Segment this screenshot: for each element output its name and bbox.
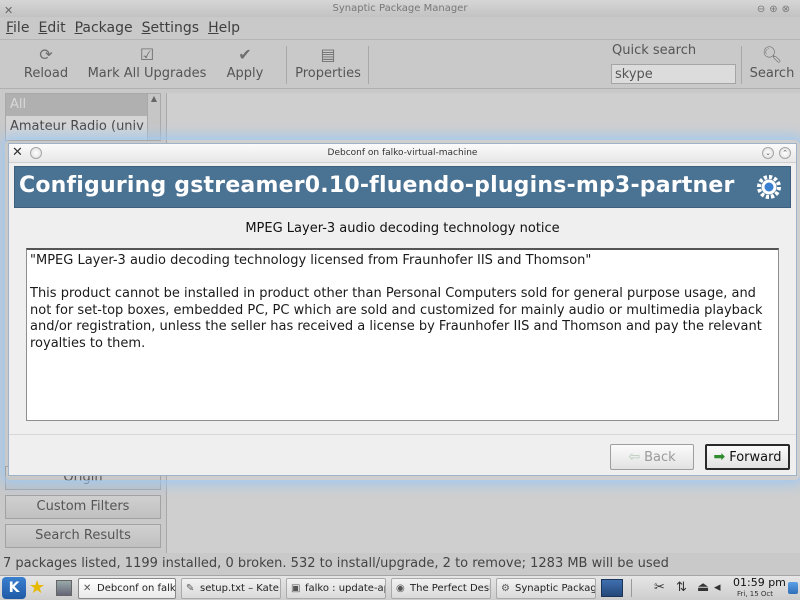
panel-toolbox-icon[interactable] xyxy=(788,582,798,594)
tray-expand-icon[interactable]: ◂ xyxy=(714,578,721,598)
dialog-divider xyxy=(9,434,796,435)
pager-separator xyxy=(631,579,651,597)
virtual-desktop-pager[interactable] xyxy=(601,579,623,597)
device-notifier-icon[interactable]: ⏏ xyxy=(697,578,709,598)
search-results-button[interactable]: Search Results xyxy=(5,524,161,548)
debconf-task-icon: ✕ xyxy=(83,583,92,594)
custom-filters-button[interactable]: Custom Filters xyxy=(5,495,161,519)
menu-settings[interactable]: Settings xyxy=(142,20,199,36)
synaptic-titlebar: ✕ Synaptic Package Manager ⊖⊕⊗ xyxy=(0,0,800,17)
reload-icon: ⟳ xyxy=(39,45,53,64)
filter-item-amateur-radio[interactable]: Amateur Radio (univ xyxy=(6,116,160,138)
synaptic-window-controls-icon[interactable]: ⊖⊕⊗ xyxy=(757,1,794,18)
task-kate[interactable]: ✎ setup.txt – Kate xyxy=(181,578,281,599)
arrow-right-icon: ➡ xyxy=(713,449,726,465)
task-browser[interactable]: ◉ The Perfect Desk xyxy=(391,578,491,599)
filter-list-scrollbar[interactable]: ▲ xyxy=(147,94,160,140)
search-button[interactable]: 🔍︎ Search xyxy=(748,44,796,86)
window-menu-icon[interactable]: ✕ xyxy=(12,145,23,161)
gear-icon xyxy=(757,175,781,199)
debconf-dialog: ✕ Debconf on falko-virtual-machine ⌄ ⌃ C… xyxy=(8,143,797,476)
mark-upgrades-icon: ☑ xyxy=(139,45,155,64)
search-icon: 🔍︎ xyxy=(761,45,783,64)
synaptic-toolbar: ⟳ Reload ☑ Mark All Upgrades ✔ Apply ▤ P… xyxy=(0,39,800,89)
kde-menu-icon[interactable]: K xyxy=(2,577,26,599)
forward-button[interactable]: ➡ Forward xyxy=(705,444,790,470)
properties-button[interactable]: ▤ Properties xyxy=(293,44,363,86)
dialog-title: Debconf on falko-virtual-machine xyxy=(327,148,478,158)
synaptic-menubar: File Edit Package Settings Help xyxy=(0,17,800,39)
menu-edit[interactable]: Edit xyxy=(38,20,65,36)
favorites-star-icon[interactable]: ★ xyxy=(29,577,45,599)
browser-task-icon: ◉ xyxy=(396,583,405,594)
maximize-button[interactable]: ⌃ xyxy=(779,147,791,159)
license-text-area[interactable]: "MPEG Layer-3 audio decoding technology … xyxy=(26,248,779,421)
menu-help[interactable]: Help xyxy=(208,20,240,36)
menu-package[interactable]: Package xyxy=(75,20,133,36)
arrow-left-icon: ⇦ xyxy=(628,449,641,465)
kate-task-icon: ✎ xyxy=(186,583,195,594)
clock-date[interactable]: Fri, 15 Oct xyxy=(737,590,773,598)
dialog-subtitle: MPEG Layer-3 audio decoding technology n… xyxy=(245,221,560,236)
status-bar: 7 packages listed, 1199 installed, 0 bro… xyxy=(3,556,669,571)
quick-search-input[interactable] xyxy=(611,64,736,84)
quick-search-label: Quick search xyxy=(612,43,697,58)
show-desktop-icon[interactable] xyxy=(56,580,72,596)
mark-all-upgrades-button[interactable]: ☑ Mark All Upgrades xyxy=(85,44,209,86)
properties-icon: ▤ xyxy=(320,45,336,64)
dialog-titlebar[interactable]: ✕ Debconf on falko-virtual-machine ⌄ ⌃ xyxy=(9,144,796,163)
shade-button[interactable] xyxy=(30,147,42,159)
dialog-header-title: Configuring gstreamer0.10-fluendo-plugin… xyxy=(19,173,735,198)
minimize-button[interactable]: ⌄ xyxy=(762,147,774,159)
filter-item-all[interactable]: All xyxy=(6,94,160,116)
filter-list[interactable]: All Amateur Radio (univ ▲ xyxy=(5,93,161,141)
task-konsole[interactable]: ▣ falko : update-ap xyxy=(286,578,386,599)
synaptic-task-icon: ⚙ xyxy=(501,583,510,594)
clock-time[interactable]: 01:59 pm xyxy=(733,576,786,589)
dialog-header-banner: Configuring gstreamer0.10-fluendo-plugin… xyxy=(14,166,791,208)
taskbar: K ★ ✕ Debconf on falko ✎ setup.txt – Kate … xyxy=(0,575,800,600)
menu-file[interactable]: File xyxy=(6,20,29,36)
reload-button[interactable]: ⟳ Reload xyxy=(22,44,70,86)
toolbar-separator xyxy=(368,46,369,84)
toolbar-separator xyxy=(286,46,287,84)
task-synaptic[interactable]: ⚙ Synaptic Package xyxy=(496,578,596,599)
network-icon[interactable]: ⇅ xyxy=(676,578,687,598)
clipboard-scissors-icon[interactable]: ✂ xyxy=(654,578,665,598)
synaptic-window-title: Synaptic Package Manager xyxy=(332,3,468,14)
apply-check-icon: ✔ xyxy=(238,45,252,64)
task-debconf[interactable]: ✕ Debconf on falko xyxy=(78,578,176,599)
toolbar-separator xyxy=(741,46,742,84)
apply-button[interactable]: ✔ Apply xyxy=(222,44,268,86)
back-button[interactable]: ⇦ Back xyxy=(610,444,694,470)
terminal-task-icon: ▣ xyxy=(291,583,301,594)
